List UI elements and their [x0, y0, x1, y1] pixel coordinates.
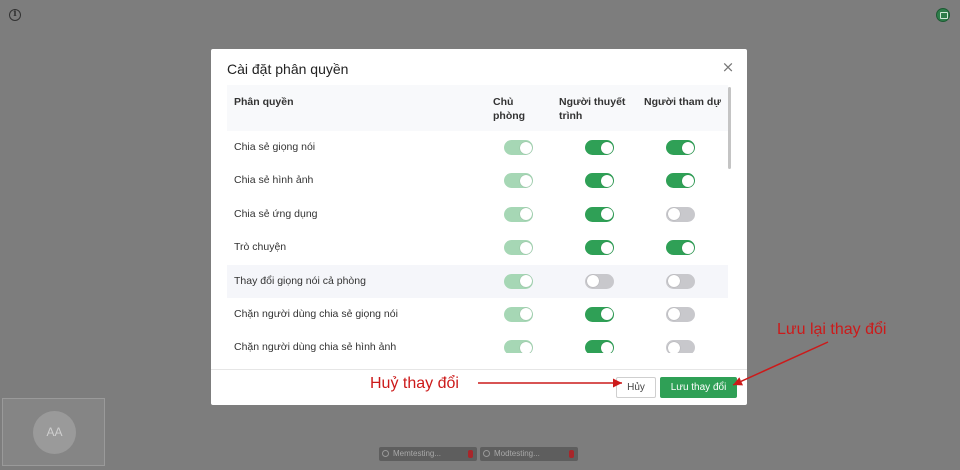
toggle-knob	[600, 174, 613, 187]
permission-row: Chia sẻ hình ảnh	[227, 164, 728, 197]
permission-row: Chia sẻ ứng dụng	[227, 198, 728, 231]
toggle-presenter[interactable]	[585, 306, 614, 322]
permission-label: Chia sẻ hình ảnh	[234, 174, 314, 187]
toggle-owner	[504, 340, 533, 353]
permission-label: Chia sẻ giọng nói	[234, 141, 316, 153]
permission-label: Chia sẻ ứng dụng	[234, 207, 318, 220]
column-header-attendee: Người tham dự	[644, 96, 721, 108]
video-avatar: AA	[33, 411, 76, 454]
toggle-owner	[504, 306, 533, 322]
toggle-knob	[600, 341, 613, 353]
toggle-knob	[667, 308, 680, 321]
toggle-knob	[519, 174, 532, 187]
toggle-owner	[504, 273, 533, 289]
permission-label: Chặn người dùng chia sẻ hình ảnh	[234, 341, 397, 353]
toggle-knob	[667, 275, 680, 288]
toggle-knob	[667, 208, 680, 221]
toggle-knob	[519, 341, 532, 353]
toggle-attendee[interactable]	[666, 240, 695, 256]
toggle-knob	[600, 208, 613, 221]
toggle-attendee[interactable]	[666, 140, 695, 155]
toggle-knob	[681, 141, 694, 154]
permission-row: Chặn người dùng chia sẻ hình ảnh	[227, 331, 728, 353]
footer-divider	[211, 369, 747, 370]
toggle-owner	[504, 173, 533, 189]
toggle-presenter[interactable]	[585, 140, 614, 155]
toggle-knob	[586, 275, 599, 288]
toggle-knob	[667, 341, 680, 353]
table-body: Chia sẻ giọng nói Chia sẻ hình ảnh Chia sẻ…	[227, 131, 728, 353]
toggle-presenter[interactable]	[585, 206, 614, 222]
toggle-attendee[interactable]	[666, 340, 695, 353]
toggle-attendee[interactable]	[666, 273, 695, 289]
participant-name: Memtesting...	[393, 449, 442, 458]
toggle-presenter[interactable]	[585, 273, 614, 289]
permission-settings-dialog: Cài đặt phân quyền × Phân quyền Chủ phòn…	[211, 49, 747, 405]
toggle-owner	[504, 206, 533, 222]
toggle-attendee[interactable]	[666, 206, 695, 222]
cancel-annotation: Huỷ thay đổi	[370, 375, 459, 392]
toggle-knob	[519, 208, 532, 221]
dialog-title: Cài đặt phân quyền	[227, 61, 349, 77]
save-arrow	[732, 341, 829, 386]
column-header-presenter: Người thuyết trình	[559, 96, 626, 122]
toggle-knob	[600, 308, 613, 321]
toggle-presenter[interactable]	[585, 340, 614, 353]
toggle-presenter[interactable]	[585, 240, 614, 256]
permission-label: Thay đổi giọng nói cả phòng	[234, 274, 366, 287]
mic-muted-icon	[468, 450, 473, 458]
column-header-permission: Phân quyền	[234, 96, 294, 108]
close-icon[interactable]: ×	[721, 60, 735, 75]
toggle-knob	[519, 308, 532, 321]
toggle-knob	[519, 141, 532, 154]
table-header: Phân quyền Chủ phòng Người thuyết trình …	[227, 85, 728, 131]
permission-table: Phân quyền Chủ phòng Người thuyết trình …	[227, 85, 728, 353]
toggle-attendee[interactable]	[666, 173, 695, 189]
toggle-knob	[519, 241, 532, 254]
permission-row: Trò chuyện	[227, 231, 728, 264]
save-button[interactable]: Lưu thay đổi	[660, 377, 737, 398]
permission-label: Chặn người dùng chia sẻ giọng nói	[234, 307, 398, 320]
participant-tag[interactable]: Memtesting...	[379, 447, 477, 461]
toggle-knob	[600, 241, 613, 254]
participant-tag[interactable]: Modtesting...	[480, 447, 578, 461]
info-icon[interactable]	[9, 9, 21, 21]
toggle-presenter[interactable]	[585, 173, 614, 189]
toggle-knob	[681, 174, 694, 187]
permission-row: Thay đổi giọng nói cả phòng	[227, 264, 728, 298]
cancel-button[interactable]: Hủy	[616, 377, 656, 398]
toggle-knob	[600, 141, 613, 154]
toggle-knob	[519, 275, 532, 288]
permission-label: Trò chuyện	[234, 241, 287, 254]
save-annotation: Lưu lại thay đổi	[777, 321, 887, 338]
permission-row: Chặn người dùng chia sẻ giọng nói	[227, 298, 728, 331]
toggle-attendee[interactable]	[666, 306, 695, 322]
mic-muted-icon	[569, 450, 574, 458]
user-avatar-icon[interactable]	[936, 8, 950, 22]
permission-row: Chia sẻ giọng nói	[227, 131, 728, 164]
toggle-knob	[681, 241, 694, 254]
participant-name: Modtesting...	[494, 449, 540, 458]
table-scrollbar[interactable]	[728, 87, 731, 169]
toggle-owner	[504, 140, 533, 155]
column-header-owner: Chủ phòng	[493, 96, 526, 122]
microphone-icon	[483, 450, 490, 457]
video-tile: AA	[2, 398, 105, 466]
microphone-icon	[382, 450, 389, 457]
toggle-owner	[504, 240, 533, 256]
